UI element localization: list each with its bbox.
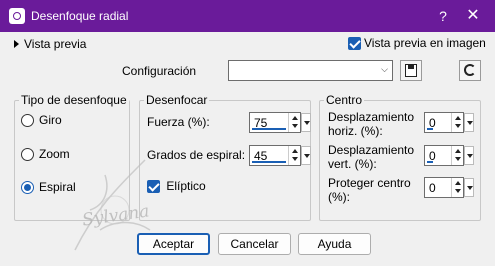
strength-label: Fuerza (%): — [147, 115, 210, 129]
preview-toggle-label: Vista previa — [24, 37, 87, 51]
protect-center-value: 0 — [429, 181, 436, 195]
radio-zoom[interactable]: Zoom — [21, 147, 70, 162]
reset-icon — [464, 64, 476, 76]
config-select[interactable]: ⌵ — [228, 60, 393, 81]
spin-dropdown[interactable] — [464, 178, 474, 197]
title-bar: Desenfoque radial ? ✕ — [0, 0, 495, 32]
blur-legend: Desenfocar — [146, 93, 208, 107]
expand-arrow-icon — [14, 40, 19, 48]
spin-arrows[interactable] — [288, 146, 300, 165]
spin-up-icon — [455, 116, 461, 120]
camera-icon — [9, 8, 25, 24]
live-preview-checkbox[interactable]: Vista previa en imagen — [348, 36, 486, 51]
radio-checked-icon — [21, 181, 34, 195]
spin-up-icon — [455, 181, 461, 185]
center-legend: Centro — [326, 93, 363, 107]
spin-down-icon — [292, 124, 298, 128]
radio-giro-label: Giro — [39, 113, 62, 127]
floppy-disk-icon — [405, 64, 417, 77]
radio-giro[interactable]: Giro — [21, 113, 62, 128]
value-slider-bar — [427, 128, 433, 130]
radio-unchecked-icon — [21, 148, 34, 162]
spin-arrows[interactable] — [451, 178, 463, 197]
horiz-offset-label-line1: Desplazamiento — [328, 110, 415, 124]
spin-dropdown[interactable] — [464, 113, 474, 132]
spin-down-icon — [455, 157, 461, 161]
strength-spinner[interactable]: 75 — [249, 112, 311, 133]
value-slider-bar — [252, 128, 286, 130]
spiral-label: Grados de espiral: — [147, 148, 246, 162]
horiz-offset-label-line2: horiz. (%): — [328, 124, 383, 138]
spin-dropdown[interactable] — [301, 113, 311, 132]
radio-espiral-label: Espiral — [39, 180, 76, 194]
close-button[interactable]: ✕ — [462, 5, 484, 27]
spin-arrows[interactable] — [451, 113, 463, 132]
cancel-button[interactable]: Cancelar — [218, 233, 291, 255]
radio-zoom-label: Zoom — [39, 147, 70, 161]
value-slider-bar — [252, 161, 286, 163]
live-preview-label: Vista previa en imagen — [364, 36, 486, 50]
elliptic-label: Elíptico — [166, 179, 206, 193]
blur-type-legend: Tipo de desenfoque — [21, 93, 127, 107]
spin-dropdown[interactable] — [301, 146, 311, 165]
window-title: Desenfoque radial — [31, 9, 129, 23]
elliptic-checkbox[interactable]: Elíptico — [147, 179, 206, 194]
save-preset-button[interactable] — [400, 60, 422, 81]
reset-button[interactable] — [459, 60, 481, 81]
ok-button[interactable]: Aceptar — [137, 233, 210, 255]
horiz-offset-spinner[interactable]: 0 — [424, 112, 474, 133]
preview-toggle[interactable]: Vista previa — [14, 37, 86, 51]
spin-arrows[interactable] — [288, 113, 300, 132]
spin-down-icon — [455, 124, 461, 128]
spin-up-icon — [455, 149, 461, 153]
protect-center-spinner[interactable]: 0 — [424, 177, 474, 198]
spin-up-icon — [292, 149, 298, 153]
value-slider-bar — [427, 161, 433, 163]
spin-up-icon — [292, 116, 298, 120]
checkbox-checked-icon — [147, 180, 160, 194]
help-button[interactable]: Ayuda — [298, 233, 371, 255]
chevron-down-icon: ⌵ — [381, 64, 388, 74]
radio-unchecked-icon — [21, 114, 34, 128]
protect-center-label: Proteger centro (%): — [328, 176, 411, 204]
spin-arrows[interactable] — [451, 146, 463, 165]
spin-down-icon — [292, 157, 298, 161]
vert-offset-spinner[interactable]: 0 — [424, 145, 474, 166]
checkbox-checked-icon — [348, 37, 361, 51]
spiral-spinner[interactable]: 45 — [249, 145, 311, 166]
radio-espiral[interactable]: Espiral — [21, 180, 76, 195]
horiz-offset-label: Desplazamiento horiz. (%): — [328, 110, 414, 138]
vert-offset-label: Desplazamiento vert. (%): — [328, 143, 414, 171]
help-title-button[interactable]: ? — [432, 5, 454, 27]
protect-center-label-line2: (%): — [328, 190, 350, 204]
spin-dropdown[interactable] — [464, 146, 474, 165]
vert-offset-label-line1: Desplazamiento — [328, 143, 415, 157]
protect-center-label-line1: Proteger centro — [328, 176, 411, 190]
vert-offset-label-line2: vert. (%): — [328, 157, 377, 171]
spin-down-icon — [455, 189, 461, 193]
config-label: Configuración — [122, 64, 197, 78]
